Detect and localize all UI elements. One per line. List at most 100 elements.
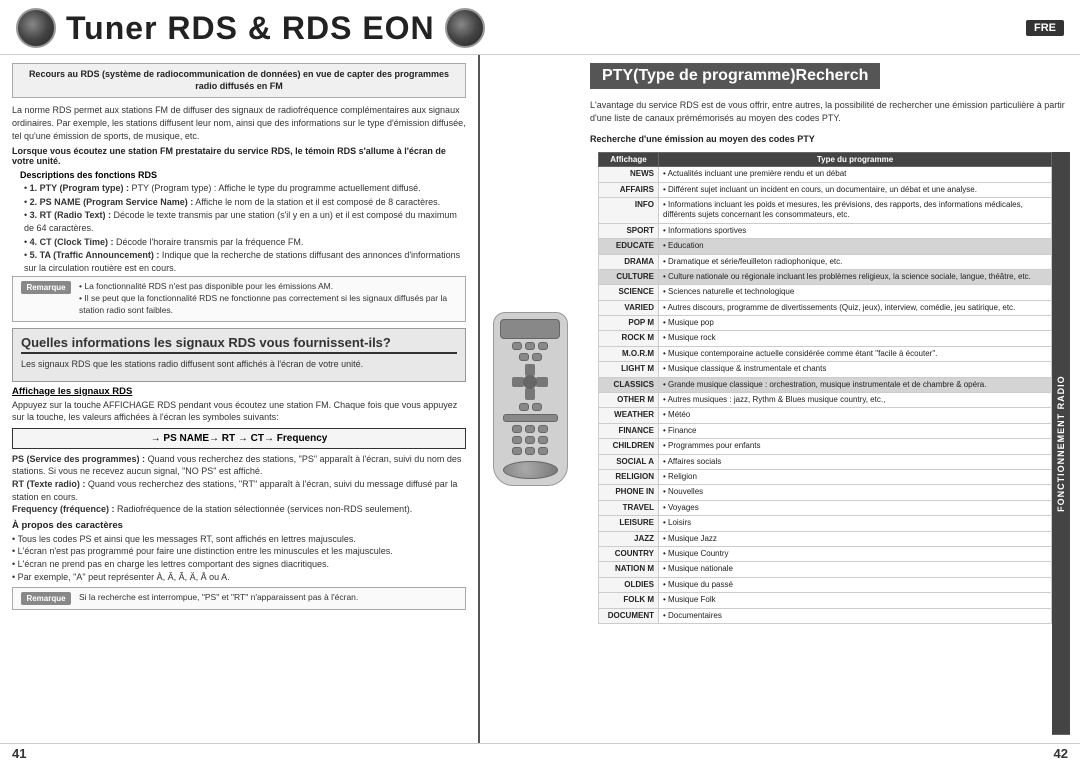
affichage-title: Affichage les signaux RDS <box>12 386 466 397</box>
remote-dpad-down <box>525 388 535 400</box>
table-row: FOLK M• Musique Folk <box>599 593 1052 608</box>
remote-num-3 <box>538 425 548 433</box>
table-row: SCIENCE• Sciences naturelle et technolog… <box>599 285 1052 300</box>
table-row: SPORT• Informations sportives <box>599 223 1052 238</box>
function-item: 4. CT (Clock Time) : Décode l'horaire tr… <box>24 236 466 249</box>
table-row: PHONE IN• Nouvelles <box>599 485 1052 500</box>
function-item: 1. PTY (Program type) : PTY (Program typ… <box>24 182 466 195</box>
remote-btn-5 <box>532 353 542 361</box>
ps-name-flow: → PS NAME→ RT → CT→ Frequency <box>12 428 466 449</box>
remote-num-6 <box>538 436 548 444</box>
left-intro-text: La norme RDS permet aux stations FM de d… <box>12 104 466 142</box>
remarque-text-2: Si la recherche est interrompue, "PS" et… <box>79 592 358 604</box>
remote-dpad <box>512 364 548 400</box>
table-row: TRAVEL• Voyages <box>599 500 1052 515</box>
remote-lower-row <box>519 403 542 411</box>
table-row: COUNTRY• Musique Country <box>599 546 1052 561</box>
remote-control <box>493 312 568 486</box>
section2-title: Quelles informations les signaux RDS vou… <box>21 335 457 354</box>
affichage-text: Appuyez sur la touche AFFICHAGE RDS pend… <box>12 399 466 424</box>
ps-desc: PS (Service des programmes) : Quand vous… <box>12 453 466 516</box>
remote-dpad-center <box>523 375 537 389</box>
remote-num-4 <box>512 436 522 444</box>
remote-btn-6 <box>519 403 529 411</box>
pty-header: PTY(Type de programme)Recherch <box>590 63 1070 89</box>
table-row: OTHER M• Autres musiques : jazz, Rythm &… <box>599 393 1052 408</box>
main-content: Recours au RDS (système de radiocommunic… <box>0 55 1080 743</box>
remote-btn-4 <box>519 353 529 361</box>
remarque-text-1: • La fonctionnalité RDS n'est pas dispon… <box>79 281 457 317</box>
remote-num-7 <box>512 447 522 455</box>
speaker-icon-left <box>16 8 56 48</box>
table-row: NEWS• Actualités incluant une première r… <box>599 167 1052 182</box>
table-row: LEISURE• Loisirs <box>599 516 1052 531</box>
remote-bottom-row <box>503 414 558 422</box>
right-panel: PTY(Type de programme)Recherch L'avantag… <box>580 55 1080 743</box>
pty-table-wrapper: Affichage Type du programme NEWS• Actual… <box>598 152 1052 735</box>
table-row: DOCUMENT• Documentaires <box>599 608 1052 623</box>
remote-num-row3 <box>512 447 548 455</box>
remote-btn-wide <box>503 414 558 422</box>
remote-btn-3 <box>538 342 548 350</box>
pty-table: Affichage Type du programme NEWS• Actual… <box>598 152 1052 624</box>
remote-num-9 <box>538 447 548 455</box>
remote-top-buttons <box>512 342 548 350</box>
remarque-label: Remarque <box>21 281 71 294</box>
remarque-box-1: Remarque • La fonctionnalité RDS n'est p… <box>12 276 466 322</box>
apropos-text: • Tous les codes PS et ainsi que les mes… <box>12 533 466 583</box>
function-item: 5. TA (Traffic Announcement) : Indique q… <box>24 249 466 274</box>
remote-num-row2 <box>512 436 548 444</box>
col-affichage: Affichage <box>599 153 659 167</box>
speaker-icon-right <box>445 8 485 48</box>
col-type: Type du programme <box>659 153 1052 167</box>
apropos-title: À propos des caractères <box>12 520 466 531</box>
table-row: NATION M• Musique nationale <box>599 562 1052 577</box>
page-num-right: 42 <box>1054 746 1068 761</box>
page-numbers: 41 42 <box>0 743 1080 763</box>
table-row: VARIED• Autres discours, programme de di… <box>599 300 1052 315</box>
remote-btn-2 <box>525 342 535 350</box>
section2-box: Quelles informations les signaux RDS vou… <box>12 328 466 382</box>
fonctionnement-tab: FONCTIONNEMENT RADIO <box>1052 152 1070 735</box>
remote-btn-1 <box>512 342 522 350</box>
table-row: WEATHER• Météo <box>599 408 1052 423</box>
section2-intro: Les signaux RDS que les stations radio d… <box>21 358 457 371</box>
info-box: Recours au RDS (système de radiocommunic… <box>12 63 466 98</box>
remote-num-2 <box>525 425 535 433</box>
table-row: AFFAIRS• Différent sujet incluant un inc… <box>599 182 1052 197</box>
pty-intro: L'avantage du service RDS est de vous of… <box>590 99 1070 124</box>
table-row: ROCK M• Musique rock <box>599 331 1052 346</box>
function-item: 3. RT (Radio Text) : Décode le texte tra… <box>24 209 466 234</box>
table-row: M.O.R.M• Musique contemporaine actuelle … <box>599 346 1052 361</box>
remote-num-8 <box>525 447 535 455</box>
function-item: 2. PS NAME (Program Service Name) : Affi… <box>24 196 466 209</box>
left-bold-text: Lorsque vous écoutez une station FM pres… <box>12 146 466 166</box>
table-row: OLDIES• Musique du passé <box>599 577 1052 592</box>
table-area: Affichage Type du programme NEWS• Actual… <box>598 152 1070 735</box>
table-row: CLASSICS• Grande musique classique : orc… <box>599 377 1052 392</box>
table-row: POP M• Musique pop <box>599 316 1052 331</box>
remote-num-1 <box>512 425 522 433</box>
search-title: Recherche d'une émission au moyen des co… <box>590 134 1070 144</box>
table-row: FINANCE• Finance <box>599 423 1052 438</box>
remote-screen <box>500 319 560 339</box>
table-row: RELIGION• Religion <box>599 470 1052 485</box>
table-row: JAZZ• Musique Jazz <box>599 531 1052 546</box>
remarque-label-2: Remarque <box>21 592 71 605</box>
pty-title: PTY(Type de programme)Recherch <box>590 63 880 89</box>
remote-mid-row <box>519 353 542 361</box>
left-panel: Recours au RDS (système de radiocommunic… <box>0 55 480 743</box>
remote-column <box>480 55 580 743</box>
table-row: CULTURE• Culture nationale ou régionale … <box>599 269 1052 284</box>
remarque-box-2: Remarque Si la recherche est interrompue… <box>12 587 466 610</box>
table-row: DRAMA• Dramatique et série/feuilleton ra… <box>599 254 1052 269</box>
page-num-left: 41 <box>12 746 26 761</box>
functions-list: Descriptions des fonctions RDS 1. PTY (P… <box>12 170 466 274</box>
table-row: LIGHT M• Musique classique & instrumenta… <box>599 362 1052 377</box>
header: Tuner RDS & RDS EON FRE <box>0 0 1080 55</box>
functions-title: Descriptions des fonctions RDS <box>20 170 466 180</box>
remote-num-row <box>512 425 548 433</box>
table-row: EDUCATE• Education <box>599 239 1052 254</box>
table-row: SOCIAL A• Affaires socials <box>599 454 1052 469</box>
affichage-section: Affichage les signaux RDS Appuyez sur la… <box>12 386 466 611</box>
